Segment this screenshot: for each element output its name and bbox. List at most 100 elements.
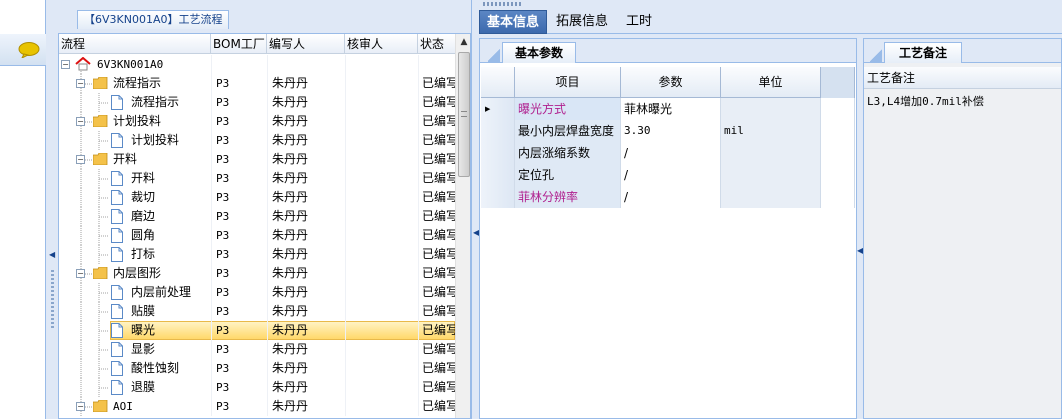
row-indicator[interactable] xyxy=(481,164,515,186)
param-row[interactable]: 菲林分辨率 / xyxy=(481,186,855,208)
param-row[interactable]: 最小内层焊盘宽度 3.30 mil xyxy=(481,120,855,142)
tree-row[interactable]: − 内层图形 P3 朱丹丹 已编写 xyxy=(59,264,455,283)
tree-node-label: 打标 xyxy=(131,247,156,261)
col-header-bom-factory[interactable]: BOM工厂 xyxy=(211,34,267,54)
tab-work-hours[interactable]: 工时 xyxy=(619,10,659,34)
params-grid-header: 项目 参数 单位 xyxy=(481,67,855,98)
param-row[interactable]: 定位孔 / xyxy=(481,164,855,186)
collapse-toggle-icon[interactable]: − xyxy=(61,60,70,69)
collapse-toggle-icon[interactable]: − xyxy=(76,402,85,411)
param-unit-cell[interactable] xyxy=(721,142,821,164)
param-item-cell[interactable]: 菲林分辨率 xyxy=(515,186,621,208)
tree-node-label: 贴膜 xyxy=(131,304,156,318)
param-row[interactable]: 内层涨缩系数 / xyxy=(481,142,855,164)
tree-row[interactable]: 酸性蚀刻 P3 朱丹丹 已编写 xyxy=(59,359,455,378)
collapse-left-arrow-icon[interactable]: ◀ xyxy=(49,250,55,259)
tree-row[interactable]: 磨边 P3 朱丹丹 已编写 xyxy=(59,207,455,226)
param-unit-cell[interactable]: mil xyxy=(721,120,821,142)
column-divider xyxy=(267,188,268,207)
tree-row[interactable]: − 开料 P3 朱丹丹 已编写 xyxy=(59,150,455,169)
tree-row[interactable]: 圆角 P3 朱丹丹 已编写 xyxy=(59,226,455,245)
notes-text[interactable]: L3,L4增加0.7mil补偿 xyxy=(867,93,984,109)
top-splitter-grip[interactable] xyxy=(483,2,523,6)
splitter-grip[interactable] xyxy=(51,270,54,330)
tab-extended-info[interactable]: 拓展信息 xyxy=(549,10,615,34)
col-header-item[interactable]: 项目 xyxy=(515,67,621,98)
row-indicator[interactable] xyxy=(481,186,515,208)
tree-vertical-scrollbar[interactable]: ▲ xyxy=(455,34,470,418)
tree-row[interactable]: − AOI P3 朱丹丹 已编写 xyxy=(59,397,455,416)
column-divider xyxy=(211,188,212,207)
tree-row[interactable]: 裁切 P3 朱丹丹 已编写 xyxy=(59,188,455,207)
folder-icon xyxy=(93,77,108,89)
status-cell: 已编写 xyxy=(422,114,455,128)
column-divider xyxy=(211,397,212,416)
collapse-toggle-icon[interactable]: − xyxy=(76,117,85,126)
chat-bubble-icon[interactable] xyxy=(18,42,40,58)
author-cell: 朱丹丹 xyxy=(272,133,309,147)
tree-row[interactable]: 退膜 P3 朱丹丹 已编写 xyxy=(59,378,455,397)
param-item-cell[interactable]: 最小内层焊盘宽度 xyxy=(515,120,621,142)
column-divider xyxy=(267,359,268,378)
tab-process-notes[interactable]: 工艺备注 xyxy=(884,42,962,63)
tree-row[interactable]: − 计划投料 P3 朱丹丹 已编写 xyxy=(59,112,455,131)
tree-node-label: 显影 xyxy=(131,342,156,356)
tree-row[interactable]: 计划投料 P3 朱丹丹 已编写 xyxy=(59,131,455,150)
factory-cell: P3 xyxy=(216,362,230,375)
param-row[interactable]: ▶ 曝光方式 菲林曝光 xyxy=(481,98,855,120)
column-divider xyxy=(211,112,212,131)
factory-cell: P3 xyxy=(216,191,230,204)
scrollbar-thumb[interactable] xyxy=(458,52,470,177)
tree-row[interactable]: 内层前处理 P3 朱丹丹 已编写 xyxy=(59,283,455,302)
col-header-value[interactable]: 参数 xyxy=(621,67,721,98)
folder-icon xyxy=(93,115,108,127)
col-header-reviewer[interactable]: 核审人 xyxy=(345,34,418,54)
scroll-up-arrow-icon[interactable]: ▲ xyxy=(456,34,470,50)
tree-row[interactable]: 曝光 P3 朱丹丹 已编写 xyxy=(59,321,455,340)
col-header-author[interactable]: 编写人 xyxy=(267,34,345,54)
author-cell: 朱丹丹 xyxy=(272,247,309,261)
tree-row[interactable]: − 6V3KN001A0 xyxy=(59,55,455,74)
params-grid: 项目 参数 单位 ▶ 曝光方式 菲林曝光 最小内层焊盘宽度 3.30 mil 内层涨缩系数 /… xyxy=(481,67,855,208)
tab-corner-decoration xyxy=(488,47,500,63)
collapse-toggle-icon[interactable]: − xyxy=(76,155,85,164)
param-item-cell[interactable]: 内层涨缩系数 xyxy=(515,142,621,164)
col-header-unit[interactable]: 单位 xyxy=(721,67,821,98)
param-value-cell[interactable]: / xyxy=(621,142,721,164)
tab-basic-params[interactable]: 基本参数 xyxy=(502,42,576,63)
param-value-cell[interactable]: / xyxy=(621,186,721,208)
tab-basic-info[interactable]: 基本信息 xyxy=(479,10,548,34)
status-cell: 已编写 xyxy=(422,190,455,204)
document-icon xyxy=(111,342,123,357)
status-cell: 已编写 xyxy=(422,209,455,223)
param-item-cell[interactable]: 定位孔 xyxy=(515,164,621,186)
param-item-cell[interactable]: 曝光方式 xyxy=(515,98,621,120)
param-unit-cell[interactable] xyxy=(721,98,821,120)
factory-cell: P3 xyxy=(216,343,230,356)
param-value-cell[interactable]: 菲林曝光 xyxy=(621,98,721,120)
middle-splitter[interactable]: ◀ xyxy=(471,0,479,419)
tree-row[interactable]: 贴膜 P3 朱丹丹 已编写 xyxy=(59,302,455,321)
row-indicator[interactable] xyxy=(481,120,515,142)
param-value-cell[interactable]: 3.30 xyxy=(621,120,721,142)
tree-row[interactable]: 开料 P3 朱丹丹 已编写 xyxy=(59,169,455,188)
param-unit-cell[interactable] xyxy=(721,186,821,208)
tree-row[interactable]: 显影 P3 朱丹丹 已编写 xyxy=(59,340,455,359)
collapse-toggle-icon[interactable]: − xyxy=(76,269,85,278)
tree-row[interactable]: 流程指示 P3 朱丹丹 已编写 xyxy=(59,93,455,112)
row-indicator-header xyxy=(481,67,515,98)
col-header-status[interactable]: 状态 xyxy=(418,34,455,54)
col-header-flow[interactable]: 流程 xyxy=(59,34,211,54)
param-value-cell[interactable]: / xyxy=(621,164,721,186)
tree-row[interactable]: − 流程指示 P3 朱丹丹 已编写 xyxy=(59,74,455,93)
row-indicator[interactable] xyxy=(481,142,515,164)
param-unit-cell[interactable] xyxy=(721,164,821,186)
left-panel-header xyxy=(0,34,46,66)
tree-row[interactable]: 打标 P3 朱丹丹 已编写 xyxy=(59,245,455,264)
author-cell: 朱丹丹 xyxy=(272,304,309,318)
collapse-toggle-icon[interactable]: − xyxy=(76,79,85,88)
row-indicator[interactable]: ▶ xyxy=(481,98,515,120)
left-collapse-bar[interactable]: ◀ xyxy=(48,30,57,419)
status-cell: 已编写 xyxy=(422,133,455,147)
document-icon xyxy=(111,361,123,376)
